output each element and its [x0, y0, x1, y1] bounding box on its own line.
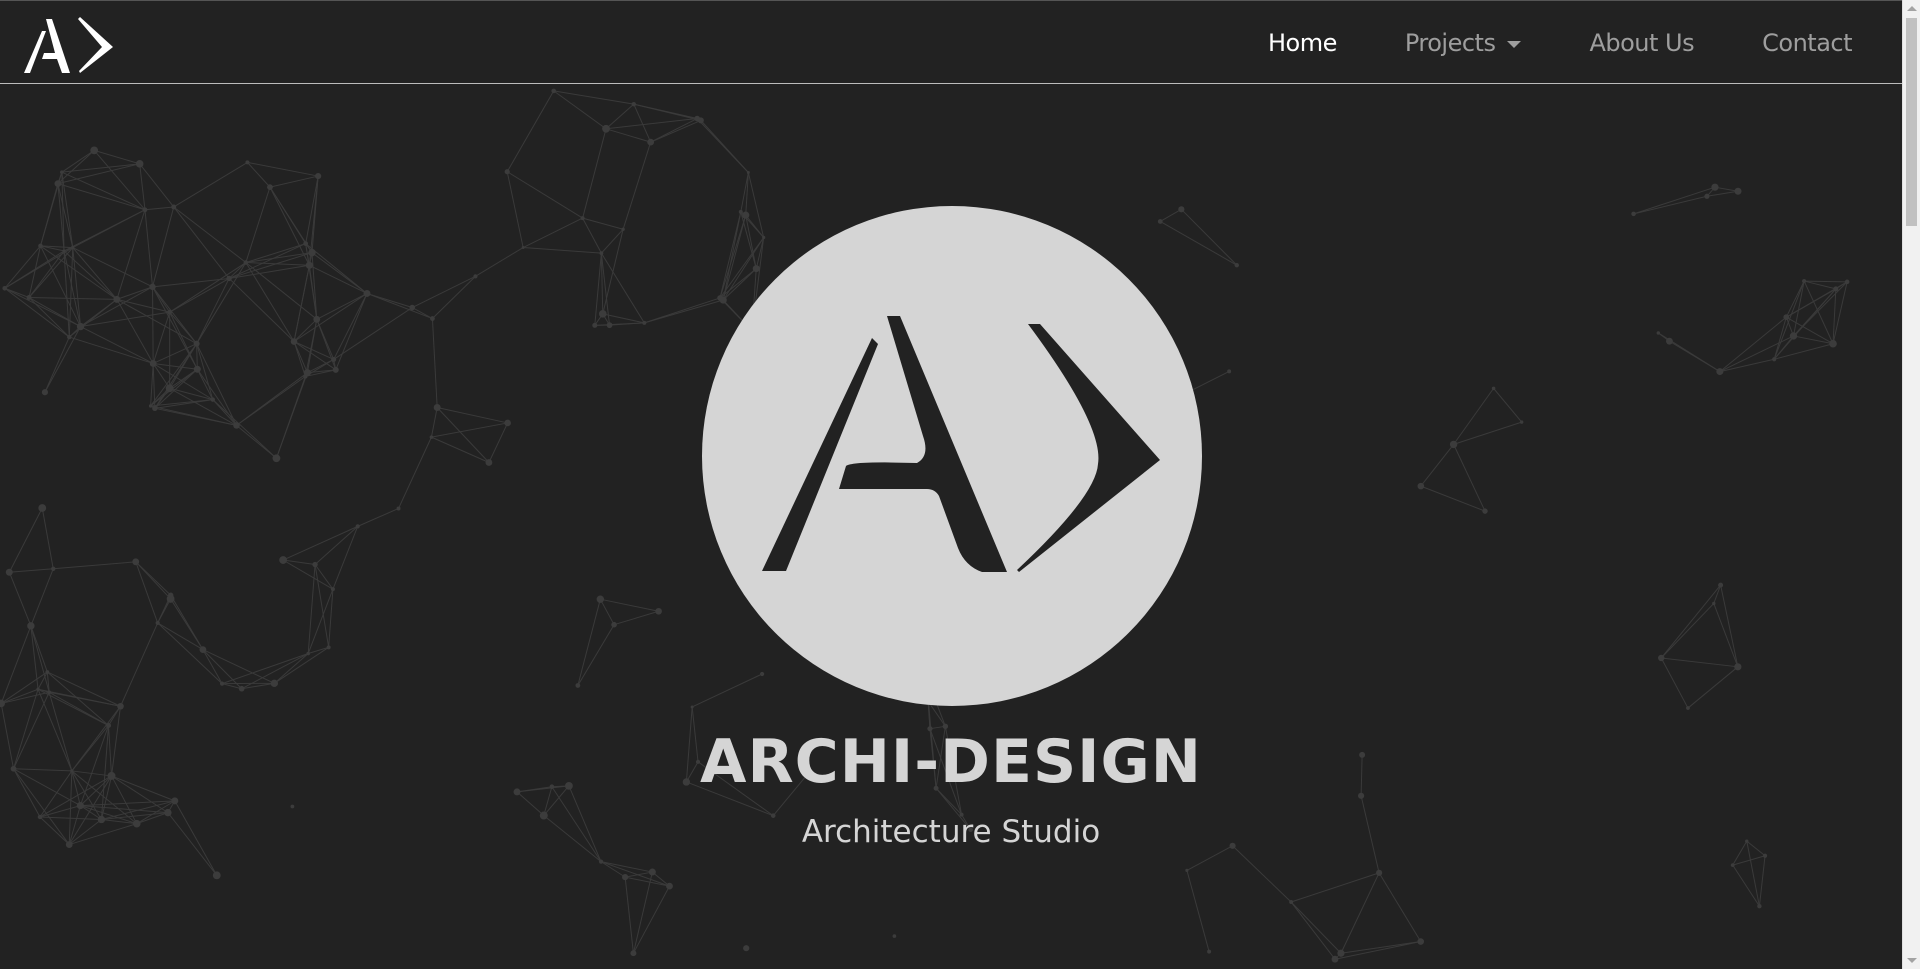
hero-title: ARCHI-DESIGN	[700, 727, 1202, 797]
hero-subtitle: Architecture Studio	[801, 814, 1101, 850]
nav-item-label: Projects	[1404, 29, 1496, 57]
ad-logo-icon[interactable]	[20, 13, 118, 75]
scrollbar[interactable]	[1902, 0, 1920, 969]
nav-item-label: About Us	[1589, 29, 1695, 57]
nav-item-label: Home	[1267, 29, 1337, 57]
nav-menu: Home Projects About Us Contact	[1200, 1, 1853, 85]
nav-item-home[interactable]: Home	[1268, 29, 1337, 57]
scroll-up-icon[interactable]	[1907, 6, 1917, 11]
nav-item-projects[interactable]: Projects	[1405, 29, 1522, 57]
nav-item-about-us[interactable]: About Us	[1589, 29, 1694, 57]
nav-item-label: Contact	[1762, 29, 1852, 57]
navbar: Home Projects About Us Contact	[0, 0, 1902, 84]
nav-item-contact[interactable]: Contact	[1762, 29, 1852, 57]
scroll-down-icon[interactable]	[1907, 958, 1917, 963]
caret-down-icon	[1507, 40, 1522, 48]
scrollbar-thumb[interactable]	[1906, 18, 1917, 226]
ad-circle-logo-icon	[702, 206, 1202, 706]
page: Home Projects About Us Contact ARCHI-DES…	[0, 0, 1902, 969]
